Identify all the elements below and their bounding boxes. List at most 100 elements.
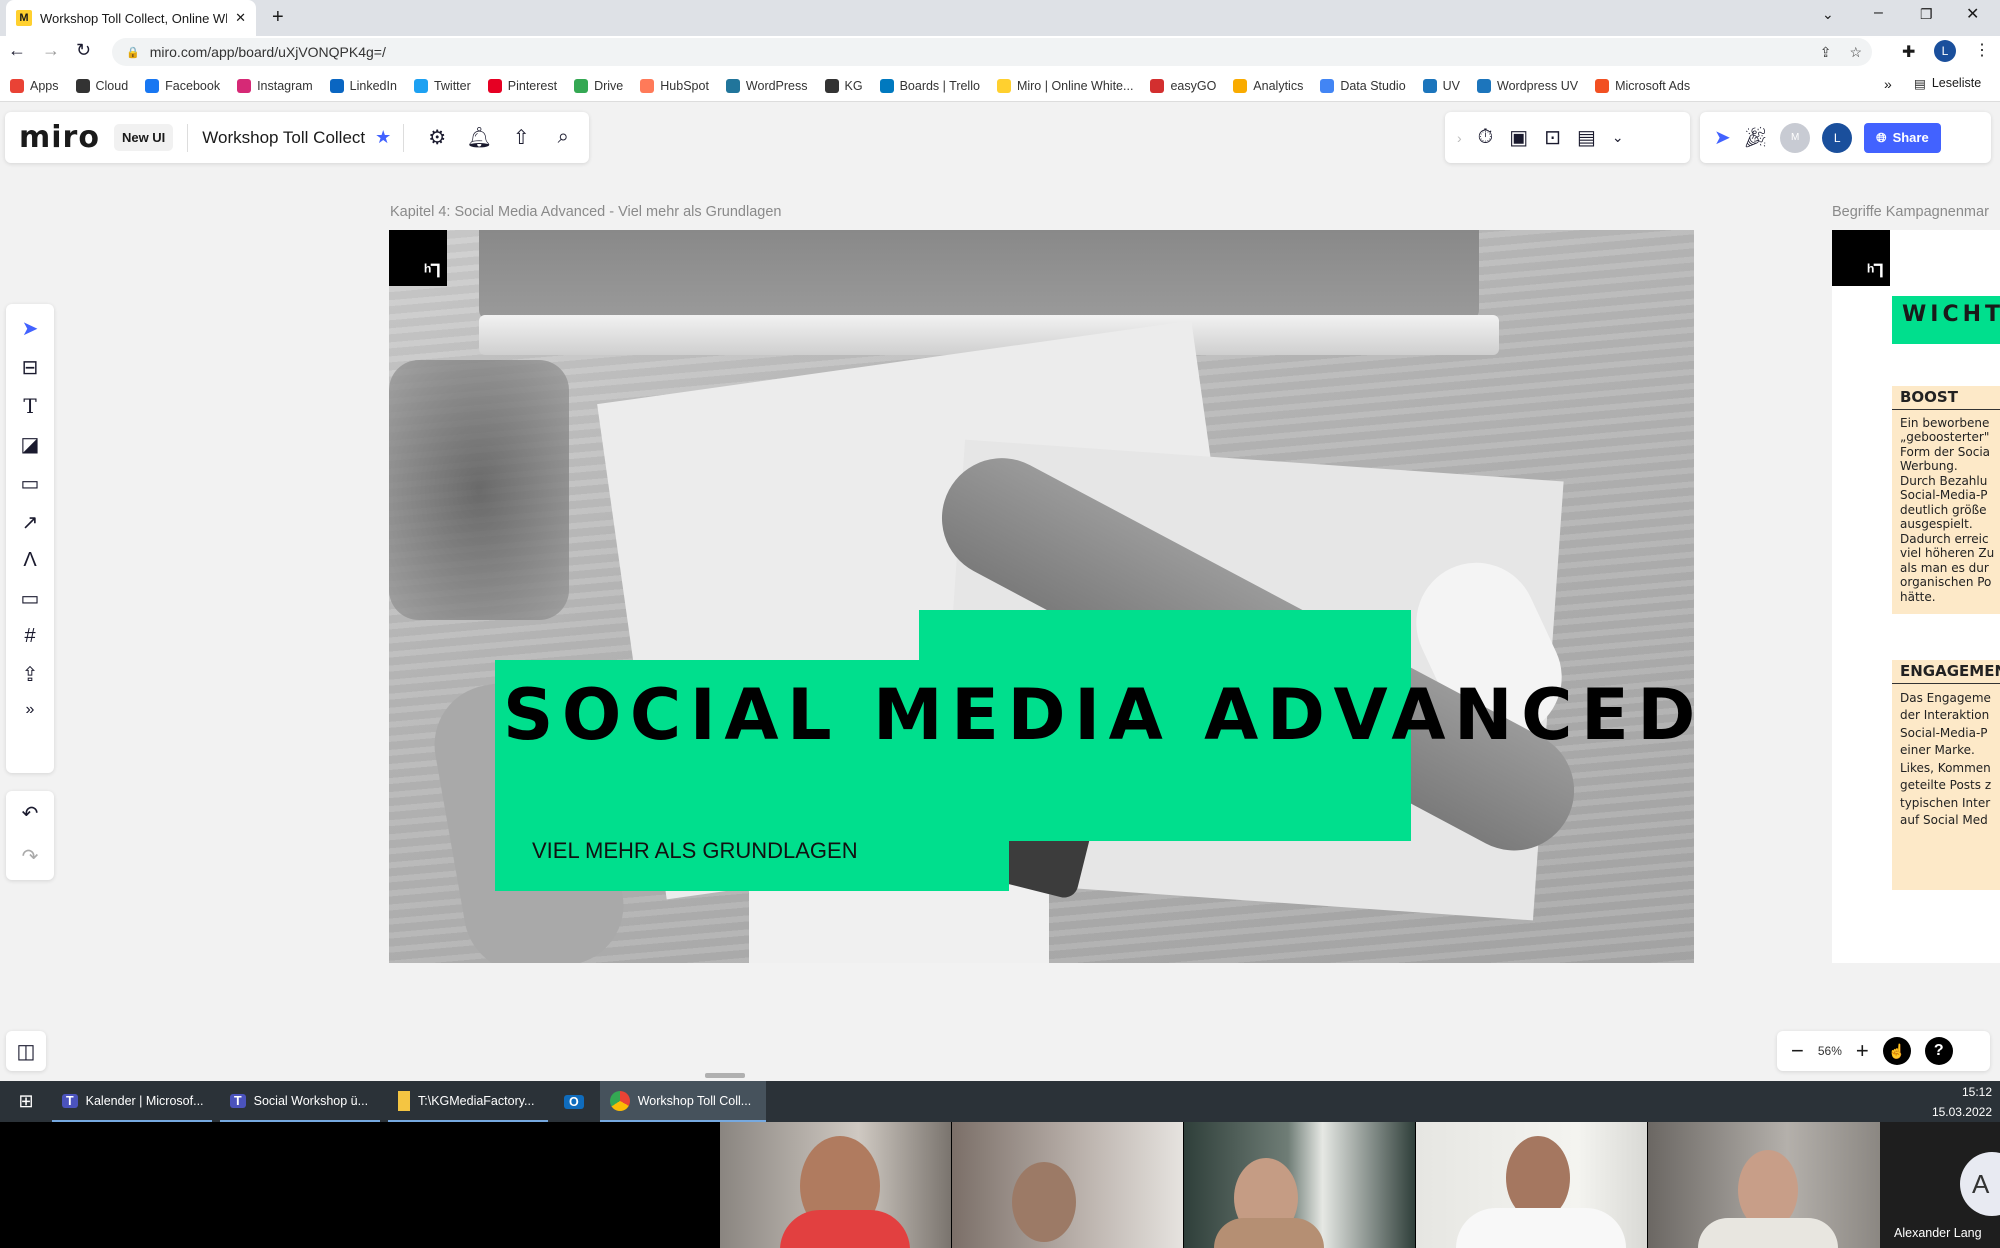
tab-search-icon[interactable]: ⌄ xyxy=(1822,6,1834,23)
slide-frame[interactable]: ʰ⅂ SOCIAL MEDIA ADVANCED VIEL MEHR ALS G… xyxy=(389,230,1694,963)
pen-icon[interactable]: Λ xyxy=(23,549,36,572)
card-text-line: organischen Po xyxy=(1900,575,1992,589)
bookmark-item[interactable]: Instagram xyxy=(237,79,313,93)
participant-video[interactable] xyxy=(1416,1122,1647,1248)
close-tab-icon[interactable]: ✕ xyxy=(235,10,246,26)
follow-cursor-icon[interactable]: ➤ xyxy=(1714,125,1731,150)
windows-start-icon[interactable]: ⊞ xyxy=(0,1091,52,1112)
hand-pan-icon[interactable]: ☝ xyxy=(1882,1037,1911,1065)
board-name[interactable]: Workshop Toll Collect xyxy=(202,128,365,148)
star-icon[interactable]: ★ xyxy=(375,127,391,148)
system-clock[interactable]: 15:12 15.03.2022 xyxy=(1932,1082,1992,1122)
scrollbar-handle[interactable] xyxy=(705,1073,745,1078)
bookmark-star-icon[interactable]: ☆ xyxy=(1849,44,1862,61)
bookmark-item[interactable]: Data Studio xyxy=(1320,79,1406,93)
expand-chevron-icon[interactable]: › xyxy=(1457,130,1462,146)
connection-arrow-icon[interactable]: ↗ xyxy=(22,510,39,535)
new-tab-button[interactable]: + xyxy=(272,6,284,29)
more-apps-icon[interactable]: » xyxy=(26,701,35,719)
url-text: miro.com/app/board/uXjVONQPK4g=/ xyxy=(149,44,386,60)
text-tool-icon[interactable]: T xyxy=(23,394,36,418)
address-bar[interactable]: 🔒 miro.com/app/board/uXjVONQPK4g=/ ⇪ ☆ xyxy=(112,38,1872,66)
bookmark-item[interactable]: KG xyxy=(824,79,863,93)
taskbar-chrome[interactable]: Workshop Toll Coll... xyxy=(599,1081,766,1122)
bookmark-item[interactable]: easyGO xyxy=(1150,79,1216,93)
help-icon[interactable]: ? xyxy=(1924,1037,1953,1065)
browser-tab[interactable]: M Workshop Toll Collect, Online Wh ✕ xyxy=(6,0,256,36)
participant-video[interactable] xyxy=(952,1122,1183,1248)
profile-avatar[interactable]: L xyxy=(1934,40,1956,62)
user-avatar[interactable]: L xyxy=(1822,122,1853,153)
participant-video[interactable] xyxy=(720,1122,951,1248)
reload-icon[interactable]: ↻ xyxy=(76,40,91,61)
taskbar-teams-workshop[interactable]: T Social Workshop ü... xyxy=(220,1081,380,1122)
celebrate-icon[interactable]: 🎉︎ xyxy=(1743,125,1768,150)
select-cursor-icon[interactable]: ➤ xyxy=(22,316,39,341)
forward-icon[interactable]: → xyxy=(42,40,60,61)
upload-icon[interactable]: ⇪ xyxy=(22,662,39,687)
more-bookmarks-icon[interactable]: » xyxy=(1884,76,1892,92)
minimize-button[interactable]: – xyxy=(1874,4,1883,22)
bookmark-item[interactable]: Apps xyxy=(10,79,59,93)
bookmark-item[interactable]: WordPress xyxy=(725,79,808,93)
share-button[interactable]: 🌐︎ Share xyxy=(1864,122,1941,153)
bookmark-item[interactable]: Miro | Online White... xyxy=(996,79,1133,93)
notes-icon[interactable]: ▤ xyxy=(1577,125,1596,150)
comment-icon[interactable]: ▭ xyxy=(21,586,40,611)
bookmark-item[interactable]: Facebook xyxy=(145,79,220,93)
browser-menu-icon[interactable]: ⋮ xyxy=(1974,40,1990,60)
taskbar-outlook[interactable]: O xyxy=(548,1081,600,1122)
card-text: Das Engageme der Interaktion Social-Media-… xyxy=(1900,690,2000,830)
bookmark-item[interactable]: HubSpot xyxy=(640,79,709,93)
frame-title[interactable]: Kapitel 4: Social Media Advanced - Viel … xyxy=(390,204,781,220)
bookmark-favicon-icon xyxy=(996,79,1011,93)
miro-logo[interactable]: miro xyxy=(19,120,100,155)
taskbar-teams-calendar[interactable]: T Kalender | Microsof... xyxy=(52,1081,212,1122)
new-ui-badge[interactable]: New UI xyxy=(113,124,174,151)
participant-tile-alexander[interactable]: A Alexander Lang xyxy=(1880,1122,2000,1248)
notifications-bell-icon[interactable]: 🔔︎ xyxy=(458,125,500,150)
back-icon[interactable]: ← xyxy=(8,40,26,61)
search-icon[interactable]: ⌕ xyxy=(542,126,584,149)
board-sidebar-toggle[interactable]: ◫ xyxy=(6,1031,46,1071)
frame-icon[interactable]: # xyxy=(24,625,35,648)
presentation-icon[interactable]: ⊡ xyxy=(1544,125,1561,150)
pens-cup xyxy=(389,360,569,620)
bookmark-item[interactable]: Analytics xyxy=(1233,79,1303,93)
frame-title-2[interactable]: Begriffe Kampagnenmar xyxy=(1832,204,2000,220)
card-text-line: Ein beworbene xyxy=(1900,415,1990,430)
close-window-button[interactable]: ✕ xyxy=(1966,4,1979,24)
settings-gear-icon[interactable]: ⚙ xyxy=(416,125,458,150)
zoom-out-button[interactable]: − xyxy=(1791,1038,1804,1064)
taskbar-explorer[interactable]: T:\KGMediaFactory... xyxy=(388,1081,548,1122)
bookmark-item[interactable]: Microsoft Ads xyxy=(1595,79,1690,93)
restore-button[interactable]: ❐ xyxy=(1920,6,1933,23)
bookmark-item[interactable]: Drive xyxy=(574,79,623,93)
bookmark-label: KG xyxy=(844,79,863,93)
templates-icon[interactable]: ⊟ xyxy=(22,355,39,380)
collaborator-avatar[interactable]: M xyxy=(1780,122,1811,153)
bookmark-item[interactable]: LinkedIn xyxy=(329,79,397,93)
reading-list-button[interactable]: ▤ Leseliste xyxy=(1914,76,1981,91)
extensions-icon[interactable]: ✚ xyxy=(1902,42,1915,62)
redo-icon[interactable]: ↷ xyxy=(22,844,39,869)
bookmark-item[interactable]: UV xyxy=(1422,79,1460,93)
zoom-level[interactable]: 56% xyxy=(1818,1044,1842,1058)
sticky-note-icon[interactable]: ◪ xyxy=(21,432,40,457)
timer-icon[interactable]: ⏱ xyxy=(1478,126,1494,149)
more-tools-icon[interactable]: ⌄ xyxy=(1612,129,1624,146)
bookmark-item[interactable]: Cloud xyxy=(75,79,128,93)
bookmark-item[interactable]: Twitter xyxy=(413,79,471,93)
video-chat-icon[interactable]: ▣ xyxy=(1509,125,1528,150)
bookmark-item[interactable]: Pinterest xyxy=(487,79,557,93)
participant-video[interactable] xyxy=(1648,1122,1880,1248)
share-page-icon[interactable]: ⇪ xyxy=(1820,44,1832,61)
participant-video[interactable] xyxy=(1184,1122,1415,1248)
shape-rectangle-icon[interactable]: ▭ xyxy=(21,471,40,496)
undo-icon[interactable]: ↶ xyxy=(22,801,39,826)
bookmark-item[interactable]: Wordpress UV xyxy=(1477,79,1578,93)
glossary-frame[interactable]: ʰ⅂ WICHTI BOOST Ein beworbene„geboostert… xyxy=(1832,230,2000,963)
bookmark-item[interactable]: Boards | Trello xyxy=(879,79,980,93)
export-upload-icon[interactable]: ⇧ xyxy=(500,125,542,150)
zoom-in-button[interactable]: + xyxy=(1856,1038,1869,1064)
